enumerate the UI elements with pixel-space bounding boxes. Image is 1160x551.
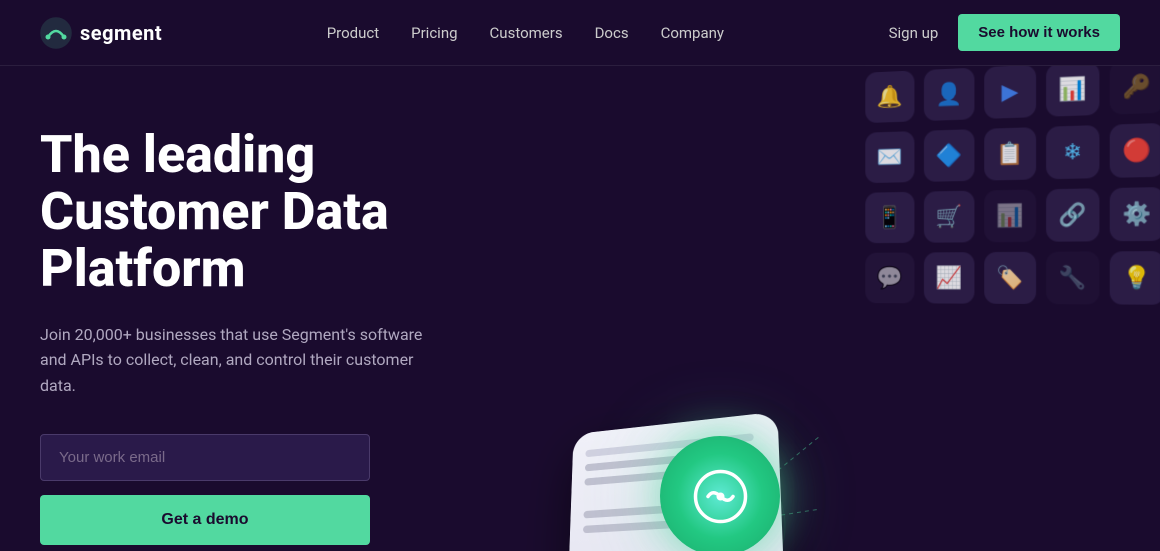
hero-section: The leading Customer Data Platform Join … xyxy=(0,66,1160,551)
icon-tile: 🔧 xyxy=(1046,251,1099,304)
nav-pricing[interactable]: Pricing xyxy=(411,24,457,42)
nav-docs[interactable]: Docs xyxy=(595,24,629,42)
get-demo-button[interactable]: Get a demo xyxy=(40,495,370,545)
navbar: segment Product Pricing Customers Docs C… xyxy=(0,0,1160,65)
icon-tile: 👤 xyxy=(924,68,974,121)
orb-icon xyxy=(693,469,748,524)
icon-tile: ❄ xyxy=(1046,125,1099,179)
phone-illustration: Instacart xyxy=(540,356,820,551)
icon-tile: 📊 xyxy=(984,189,1036,242)
icon-tile: ✉️ xyxy=(865,131,914,183)
logo-icon xyxy=(40,17,72,49)
icon-tile: ⚙️ xyxy=(1110,187,1160,241)
nav-actions: Sign up See how it works xyxy=(889,14,1120,51)
email-input[interactable] xyxy=(40,434,370,481)
sign-up-link[interactable]: Sign up xyxy=(889,24,939,42)
icon-tile: 📊 xyxy=(1046,66,1099,117)
hero-title: The leading Customer Data Platform xyxy=(40,126,520,298)
icon-tile: 💬 xyxy=(865,253,914,304)
icon-tile: ▶ xyxy=(984,66,1036,119)
icon-tile: 🏷️ xyxy=(984,252,1036,304)
central-orb xyxy=(660,436,780,551)
icon-tile: 🔗 xyxy=(1046,188,1099,241)
nav-company[interactable]: Company xyxy=(661,24,724,42)
icon-tile: 🔔 xyxy=(865,70,914,123)
hero-subtitle: Join 20,000+ businesses that use Segment… xyxy=(40,322,440,399)
logo-text: segment xyxy=(80,21,162,45)
hero-illustration: 🔔 👤 ▶ 📊 🔑 ✉️ 🔷 📋 ❄ 🔴 📱 🛒 📊 🔗 ⚙️ 💬 📈 🏷️ 🔧… xyxy=(500,66,1160,551)
icon-tile: 📋 xyxy=(984,127,1036,180)
logo[interactable]: segment xyxy=(40,17,162,49)
hero-content: The leading Customer Data Platform Join … xyxy=(40,116,520,551)
icon-tile: 🔷 xyxy=(924,129,974,182)
integration-icons: 🔔 👤 ▶ 📊 🔑 ✉️ 🔷 📋 ❄ 🔴 📱 🛒 📊 🔗 ⚙️ 💬 📈 🏷️ 🔧… xyxy=(865,66,1160,497)
nav-product[interactable]: Product xyxy=(327,24,379,42)
icon-tile: 🔑 xyxy=(1110,66,1160,115)
icon-tile: 🛒 xyxy=(924,191,974,243)
icon-tile: 🔴 xyxy=(1110,123,1160,178)
icon-tile: 💡 xyxy=(1110,251,1160,305)
see-how-button[interactable]: See how it works xyxy=(958,14,1120,51)
icon-tile: 📱 xyxy=(865,192,914,243)
icon-tile: 📈 xyxy=(924,252,974,304)
nav-links: Product Pricing Customers Docs Company xyxy=(327,23,724,42)
nav-customers[interactable]: Customers xyxy=(490,24,563,42)
